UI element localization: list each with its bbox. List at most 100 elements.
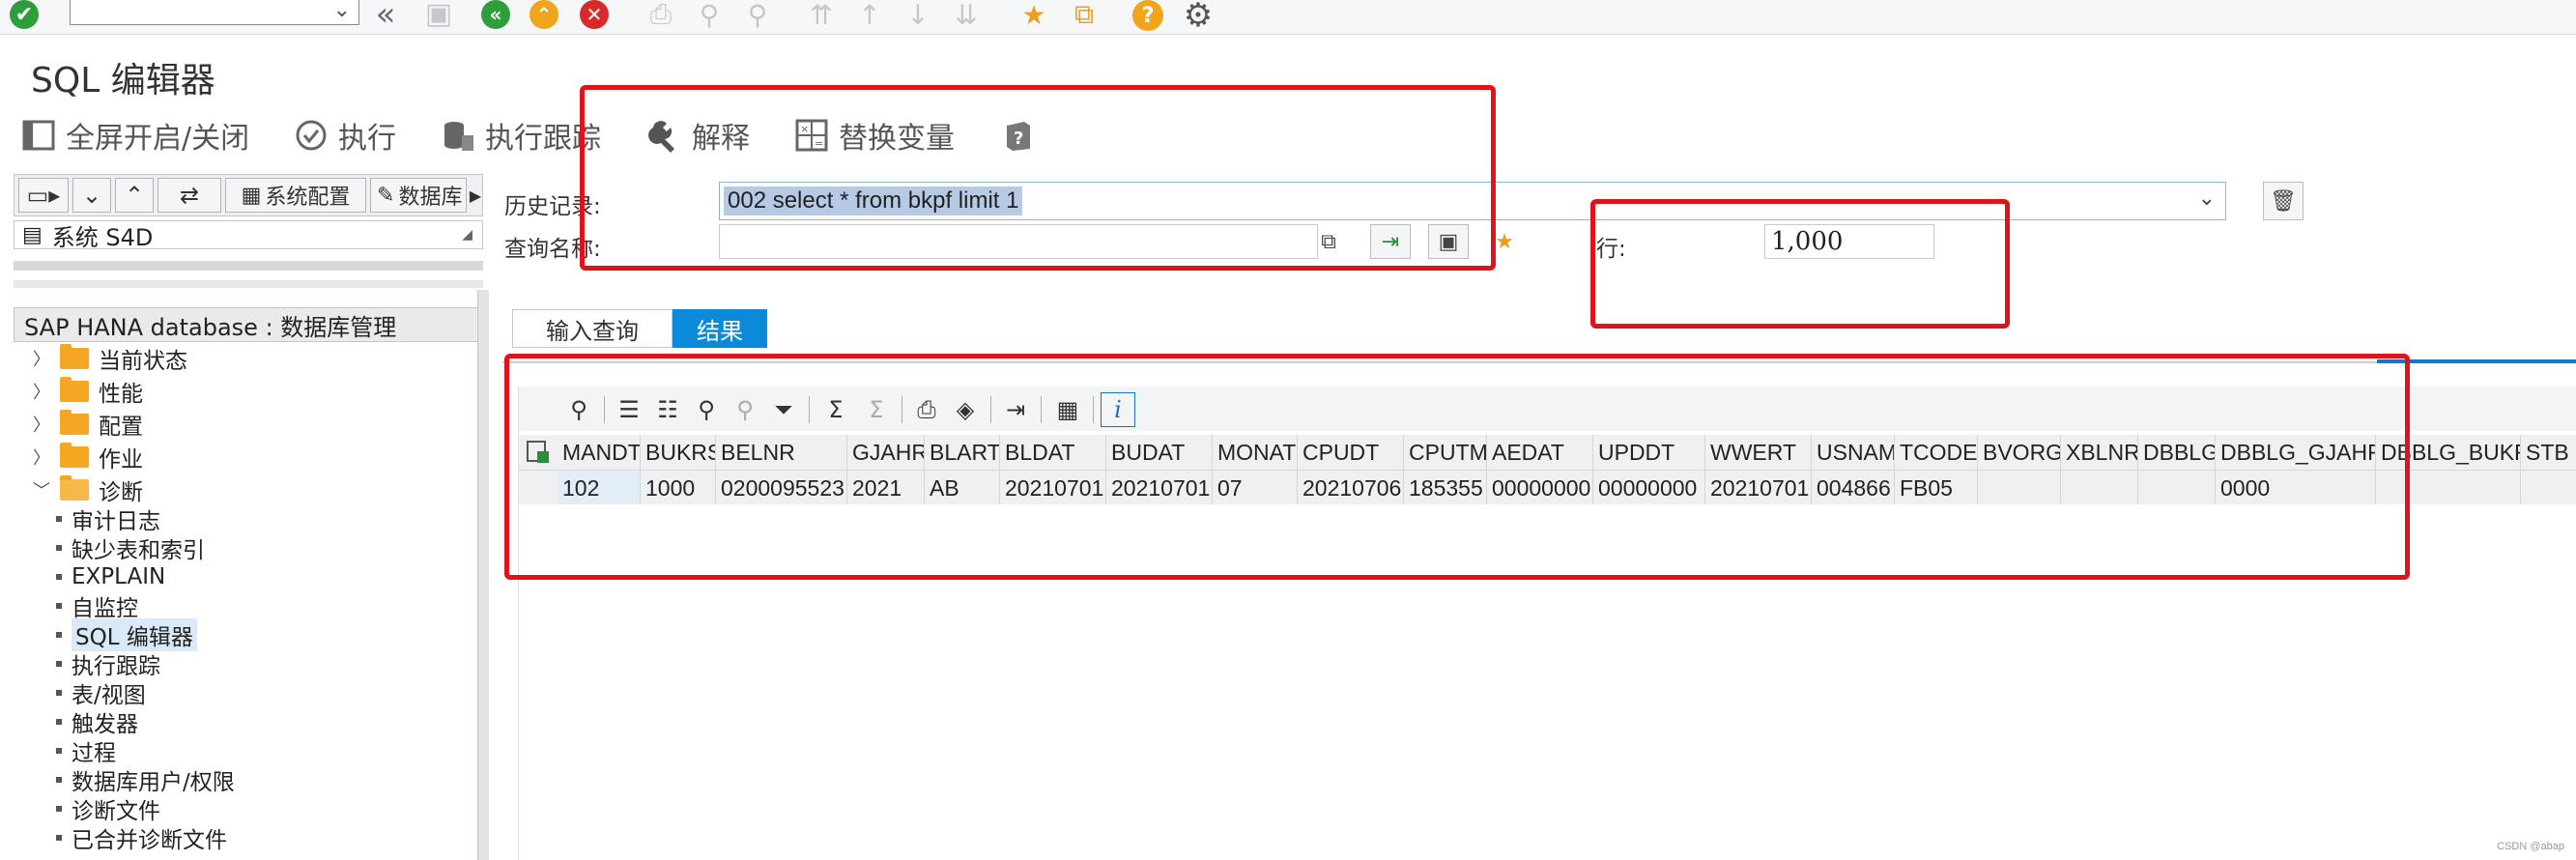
- help-icon[interactable]: ?: [1132, 0, 1163, 31]
- table-cell[interactable]: [2521, 470, 2576, 504]
- expand-arrow-icon[interactable]: 〉: [33, 346, 54, 371]
- tree-item-label: 表/视图: [72, 683, 146, 708]
- folder-icon: [60, 443, 89, 468]
- command-field[interactable]: ⌄: [70, 0, 359, 25]
- back-icon[interactable]: «: [369, 0, 402, 34]
- bullet-icon: [56, 748, 62, 754]
- bullet-icon: [56, 806, 62, 812]
- database-button[interactable]: ✎ 数据库: [370, 178, 467, 213]
- left-navigation-panel: ▭▸ ⌄ ⌃ ⇄ ▦ 系统配置 ✎ 数据库 ▶ ▤ 系统 S4D ◢ SAP H…: [14, 174, 483, 860]
- new-session-icon[interactable]: ★: [1015, 0, 1053, 31]
- panel-splitter-lower: [14, 280, 483, 288]
- system-dropdown-icon[interactable]: ◢: [462, 227, 472, 243]
- system-selector[interactable]: ▤ 系统 S4D ◢: [14, 220, 483, 251]
- tree-folder-configuration[interactable]: 〉 配置: [33, 410, 143, 440]
- first-page-icon[interactable]: ⇈: [802, 0, 841, 31]
- execution-trace-button[interactable]: 执行跟踪: [439, 108, 601, 162]
- tree-item-execution-trace[interactable]: 执行跟踪: [52, 649, 160, 679]
- layout-toggle-button[interactable]: ▭▸: [18, 178, 69, 213]
- find-next-icon[interactable]: ⚲: [738, 0, 777, 31]
- more-toolbar-arrow[interactable]: ▶: [469, 178, 482, 213]
- tree-item-label: EXPLAIN: [72, 564, 166, 589]
- settings-gear-icon[interactable]: ⚙: [1179, 0, 1217, 35]
- bullet-icon: [56, 516, 62, 522]
- folder-icon: [60, 410, 89, 435]
- expand-all-button[interactable]: ⌄: [72, 178, 111, 213]
- system-toolbar: ✔ ⌄ « ▣ « ⌃ ✕ ⎙ ⚲ ⚲ ⇈ ↑ ↓ ⇊ ★ ⧉ ? ⚙: [0, 0, 2576, 35]
- tree-item-procedures[interactable]: 过程: [52, 736, 116, 766]
- left-panel-scrollbar[interactable]: [477, 290, 489, 860]
- tree-item-db-users[interactable]: 数据库用户/权限: [52, 765, 235, 795]
- watermark: CSDN @abap: [2497, 841, 2564, 852]
- collapse-all-button[interactable]: ⌃: [115, 178, 154, 213]
- panel-splitter[interactable]: [14, 261, 483, 271]
- collapse-arrow-icon[interactable]: ﹀: [33, 477, 54, 502]
- execute-label: 执行: [338, 122, 396, 156]
- up-exit-icon[interactable]: ⌃: [530, 0, 558, 29]
- shortcut-icon[interactable]: ⧉: [1065, 0, 1103, 31]
- save-icon[interactable]: ▣: [419, 0, 458, 31]
- bullet-icon: [56, 690, 62, 696]
- execute-icon: [292, 116, 330, 155]
- tree-item-label: 数据库用户/权限: [72, 770, 235, 795]
- bullet-icon: [56, 719, 62, 725]
- green-back-icon[interactable]: «: [481, 0, 510, 29]
- chevron-down-icon[interactable]: ⌄: [333, 0, 351, 21]
- tree-item-label: 已合并诊断文件: [72, 828, 227, 853]
- chevron-down-icon[interactable]: ⌄: [2198, 186, 2216, 211]
- trash-icon: 🗑: [2270, 188, 2297, 214]
- database-icon: ✎: [377, 183, 395, 208]
- tree-item-explain[interactable]: EXPLAIN: [52, 562, 165, 591]
- tab-results[interactable]: 结果: [673, 309, 767, 348]
- next-page-icon[interactable]: ↓: [899, 0, 937, 31]
- tree-folder-performance[interactable]: 〉 性能: [33, 377, 143, 407]
- expand-arrow-icon[interactable]: 〉: [33, 379, 54, 404]
- tree-folder-diagnostics[interactable]: ﹀ 诊断: [33, 475, 143, 505]
- tree-item-diagnosis-files[interactable]: 诊断文件: [52, 794, 160, 824]
- execute-button[interactable]: 执行: [292, 108, 396, 162]
- column-header[interactable]: STB: [2521, 435, 2576, 470]
- tree-item-label: 执行跟踪: [72, 654, 160, 679]
- tree-item-label: 过程: [72, 741, 116, 766]
- bullet-icon: [56, 545, 62, 551]
- tab-input-query[interactable]: 输入查询: [512, 309, 673, 348]
- fullscreen-label: 全屏开启/关闭: [66, 122, 250, 156]
- tree-item-tables-views[interactable]: 表/视图: [52, 678, 146, 708]
- tree-header: SAP HANA database : 数据库管理: [14, 307, 483, 342]
- expand-arrow-icon[interactable]: 〉: [33, 412, 54, 437]
- tree-folder-jobs[interactable]: 〉 作业: [33, 443, 143, 473]
- find-icon[interactable]: ⚲: [690, 0, 729, 31]
- bullet-icon: [56, 835, 62, 841]
- last-page-icon[interactable]: ⇊: [947, 0, 986, 31]
- tree-item-label-selected: SQL 编辑器: [72, 618, 197, 651]
- tree-item-label: 自监控: [72, 596, 138, 621]
- expand-arrow-icon[interactable]: 〉: [33, 444, 54, 470]
- open-folder-icon: [60, 475, 89, 501]
- annotation-box-rows: [1590, 199, 2010, 329]
- bullet-icon: [56, 603, 62, 609]
- cancel-icon[interactable]: ✕: [580, 0, 609, 29]
- bullet-icon: [56, 632, 62, 638]
- tree-item-self-monitoring[interactable]: 自监控: [52, 591, 138, 621]
- annotation-box-toolbar-history: [580, 85, 1496, 271]
- system-icon: ▤: [22, 222, 43, 247]
- folder-icon: [60, 377, 89, 402]
- tree-folder-current-status[interactable]: 〉 当前状态: [33, 344, 187, 374]
- tree-item-missing-tables[interactable]: 缺少表和索引: [52, 533, 205, 563]
- system-config-button[interactable]: ▦ 系统配置: [225, 178, 366, 213]
- annotation-box-results: [504, 354, 2410, 580]
- page-title: SQL 编辑器: [31, 61, 215, 100]
- tree-item-merged-diagnosis-files[interactable]: 已合并诊断文件: [52, 823, 227, 853]
- tree-item-triggers[interactable]: 触发器: [52, 707, 138, 737]
- tree-item-audit-log[interactable]: 审计日志: [52, 504, 160, 534]
- print-icon[interactable]: ⎙: [642, 0, 680, 31]
- tree-folder-label: 配置: [99, 415, 143, 440]
- check-circle-icon[interactable]: ✔: [10, 0, 39, 29]
- left-panel-toolbar: ▭▸ ⌄ ⌃ ⇄ ▦ 系统配置 ✎ 数据库 ▶: [14, 174, 483, 216]
- prev-page-icon[interactable]: ↑: [850, 0, 889, 31]
- fullscreen-toggle-button[interactable]: 全屏开启/关闭: [19, 108, 249, 162]
- delete-history-button[interactable]: 🗑: [2263, 182, 2304, 220]
- trace-icon: [439, 116, 477, 155]
- user-settings-button[interactable]: ⇄: [157, 178, 221, 213]
- tree-item-sql-editor[interactable]: SQL 编辑器: [52, 618, 197, 651]
